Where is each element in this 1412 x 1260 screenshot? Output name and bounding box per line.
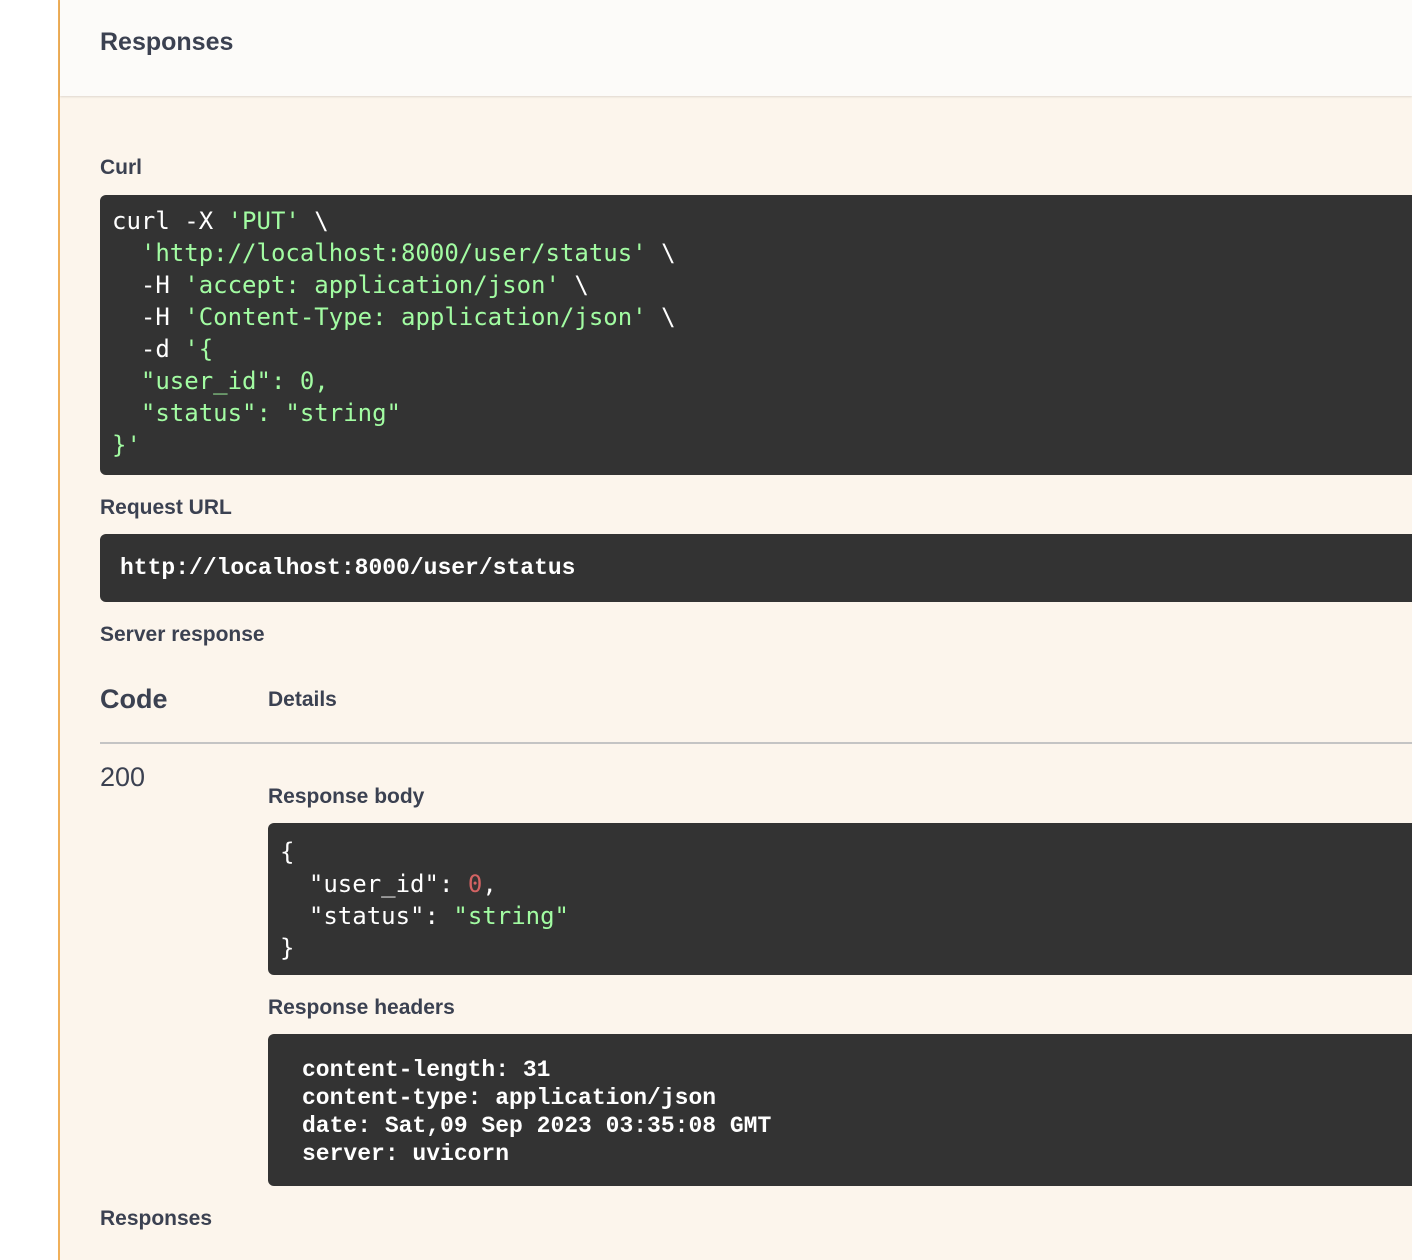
request-url-value: http://localhost:8000/user/status xyxy=(120,555,576,581)
header-line: date: Sat,09 Sep 2023 03:35:08 GMT xyxy=(302,1113,772,1139)
header-line: server: uvicorn xyxy=(302,1141,510,1167)
request-url-label: Request URL xyxy=(100,496,232,519)
json-brace: { xyxy=(280,838,295,866)
curl-line: "user_id": 0, xyxy=(112,367,329,395)
server-response-label: Server response xyxy=(100,623,265,646)
response-body-label: Response body xyxy=(268,785,425,808)
header-line: content-type: application/json xyxy=(302,1085,717,1111)
curl-label: Curl xyxy=(100,156,142,179)
header-line: content-length: 31 xyxy=(302,1057,551,1083)
request-url-block[interactable]: http://localhost:8000/user/status xyxy=(100,534,1412,602)
json-brace: } xyxy=(280,934,295,962)
section-header: Responses xyxy=(60,0,1412,96)
execution-results-panel: Responses Curl curl -X 'PUT' \ 'http://l… xyxy=(58,0,1412,1260)
table-divider xyxy=(100,742,1412,744)
json-line: "user_id": 0, xyxy=(280,870,497,898)
response-headers-block[interactable]: content-length: 31 content-type: applica… xyxy=(268,1034,1412,1186)
curl-code-block[interactable]: curl -X 'PUT' \ 'http://localhost:8000/u… xyxy=(100,195,1412,475)
section-title: Responses xyxy=(100,28,234,56)
responses-label: Responses xyxy=(100,1207,213,1230)
response-status-code: 200 xyxy=(100,762,146,792)
curl-line: }' xyxy=(112,431,141,459)
response-body-block[interactable]: { "user_id": 0, "status": "string" } xyxy=(268,823,1412,975)
curl-line: -d '{ xyxy=(112,335,214,363)
curl-line: -H 'accept: application/json' \ xyxy=(112,271,589,299)
curl-line: -H 'Content-Type: application/json' \ xyxy=(112,303,676,331)
curl-line: curl -X 'PUT' \ xyxy=(112,207,329,235)
code-column-header: Code xyxy=(100,684,168,714)
curl-line: 'http://localhost:8000/user/status' \ xyxy=(112,239,676,267)
json-line: "status": "string" xyxy=(280,902,569,930)
response-headers-label: Response headers xyxy=(268,996,455,1019)
curl-line: "status": "string" xyxy=(112,399,401,427)
details-column-header: Details xyxy=(268,688,337,711)
